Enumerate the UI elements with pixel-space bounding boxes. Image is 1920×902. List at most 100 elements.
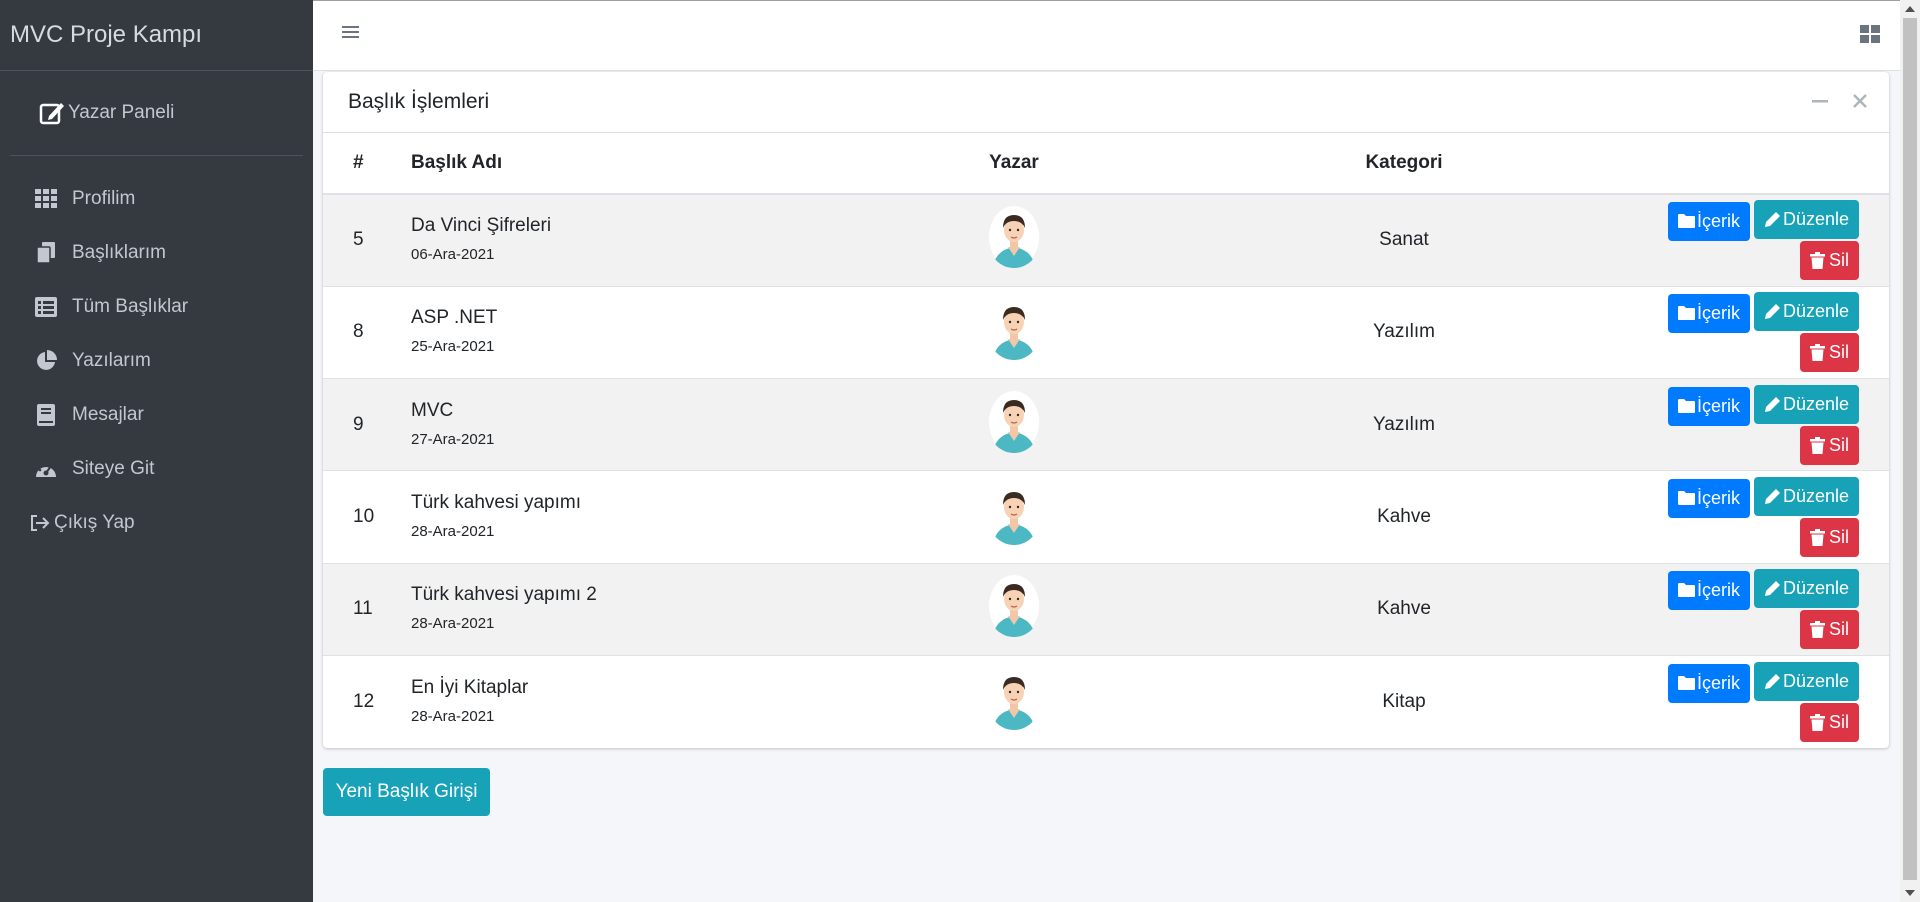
folder-icon [1677, 398, 1695, 415]
sidebar-item-label: Siteye Git [72, 458, 155, 479]
sidebar-item-basliklarim[interactable]: Başlıklarım [0, 226, 313, 280]
pencil-icon [1764, 303, 1781, 320]
content-button-label: İçerik [1696, 395, 1740, 416]
pie-chart-icon [34, 349, 58, 373]
delete-button-label: Sil [1828, 250, 1849, 271]
pencil-icon [1764, 211, 1781, 228]
close-icon[interactable] [1851, 92, 1869, 110]
row-title: ASP .NET [411, 307, 498, 329]
menu-toggle-icon[interactable] [341, 23, 367, 49]
brand-link[interactable]: MVC Proje Kampı [0, 0, 313, 71]
new-title-button[interactable]: Yeni Başlık Girişi [323, 768, 490, 816]
delete-button-label: Sil [1828, 527, 1849, 548]
sidebar-item-label: Mesajlar [72, 404, 144, 425]
content-button[interactable]: İçerik [1667, 479, 1750, 519]
content-button[interactable]: İçerik [1667, 294, 1750, 334]
sidebar-item-yazilarim[interactable]: Yazılarım [0, 334, 313, 388]
row-id: 11 [353, 598, 373, 620]
content-button-label: İçerik [1696, 303, 1740, 324]
row-date: 28-Ara-2021 [411, 615, 495, 633]
scroll-up-arrow-icon[interactable] [1905, 6, 1915, 12]
row-date: 06-Ara-2021 [411, 246, 495, 264]
scroll-thumb[interactable] [1903, 18, 1917, 880]
delete-button[interactable]: Sil [1799, 610, 1859, 650]
trash-icon [1809, 713, 1827, 731]
pencil-icon [1764, 488, 1781, 505]
list-icon [34, 295, 58, 319]
row-title-cell: Da Vinci Şifreleri 06-Ara-2021 [411, 194, 841, 286]
trash-icon [1809, 252, 1827, 270]
folder-icon [1677, 675, 1695, 692]
sidebar-item-tum-basliklar[interactable]: Tüm Başlıklar [0, 280, 313, 334]
row-title: Türk kahvesi yapımı [411, 492, 581, 514]
header-author: Yazar [841, 133, 1187, 195]
sidebar-item-cikis-yap[interactable]: Çıkış Yap [0, 496, 313, 550]
delete-button[interactable]: Sil [1799, 518, 1859, 558]
content-button[interactable]: İçerik [1667, 202, 1750, 242]
sidebar-item-mesajlar[interactable]: Mesajlar [0, 388, 313, 442]
sidebar-nav: Profilim Başlıklarım Tüm Başlıklar Yazıl… [0, 156, 313, 550]
content-button[interactable]: İçerik [1667, 386, 1750, 426]
edit-button[interactable]: Düzenle [1753, 569, 1859, 609]
edit-button[interactable]: Düzenle [1753, 477, 1859, 517]
row-title: En İyi Kitaplar [411, 676, 529, 698]
edit-button[interactable]: Düzenle [1753, 292, 1859, 332]
card-header: Başlık İşlemleri [323, 72, 1889, 133]
edit-button[interactable]: Düzenle [1753, 661, 1859, 701]
content-button-label: İçerik [1696, 672, 1740, 693]
delete-button[interactable]: Sil [1799, 241, 1859, 281]
row-date: 25-Ara-2021 [411, 338, 495, 356]
row-category: Kahve [1377, 506, 1431, 528]
table-row: 11 Türk kahvesi yapımı 2 28-Ara-2021 Kah… [323, 563, 1889, 656]
table-row: 8 ASP .NET 25-Ara-2021 Yazılım İçerik Dü… [323, 286, 1889, 378]
row-date: 28-Ara-2021 [411, 523, 495, 541]
edit-button[interactable]: Düzenle [1753, 384, 1859, 424]
author-avatar [989, 667, 1039, 730]
delete-button-label: Sil [1828, 711, 1849, 732]
row-author-cell [841, 286, 1187, 378]
row-id: 12 [353, 690, 375, 712]
collapse-minus-icon[interactable] [1811, 92, 1829, 110]
row-date: 28-Ara-2021 [411, 707, 495, 725]
content-button[interactable]: İçerik [1667, 571, 1750, 611]
delete-button-label: Sil [1828, 434, 1849, 455]
pencil-icon [1764, 673, 1781, 690]
brand-text: MVC Proje Kampı [10, 21, 203, 48]
trash-icon [1809, 436, 1827, 454]
row-id: 8 [353, 321, 364, 343]
user-panel[interactable]: Yazar Paneli [10, 71, 303, 156]
header-category: Kategori [1187, 133, 1621, 195]
row-category: Yazılım [1373, 413, 1435, 435]
table-row: 10 Türk kahvesi yapımı 28-Ara-2021 Kahve… [323, 470, 1889, 563]
table-row: 5 Da Vinci Şifreleri 06-Ara-2021 Sanat İ… [323, 194, 1889, 287]
scrollbar[interactable] [1900, 0, 1920, 902]
table-row: 12 En İyi Kitaplar 28-Ara-2021 Kitap İçe… [323, 655, 1889, 747]
sidebar-item-label: Profilim [72, 188, 136, 209]
content-button[interactable]: İçerik [1667, 663, 1750, 703]
row-title-cell: En İyi Kitaplar 28-Ara-2021 [411, 655, 841, 747]
sidebar-item-siteye-git[interactable]: Siteye Git [0, 442, 313, 496]
row-date: 27-Ara-2021 [411, 430, 495, 448]
delete-button[interactable]: Sil [1799, 702, 1859, 742]
row-actions: İçerik Düzenle Sil [1621, 471, 1889, 563]
row-author-cell [841, 194, 1187, 286]
header-title: Başlık Adı [411, 133, 841, 195]
delete-button-label: Sil [1828, 619, 1849, 640]
delete-button[interactable]: Sil [1799, 425, 1859, 465]
control-sidebar-grid-icon[interactable] [1860, 25, 1884, 49]
table-body: 5 Da Vinci Şifreleri 06-Ara-2021 Sanat İ… [323, 194, 1889, 748]
edit-button[interactable]: Düzenle [1753, 200, 1859, 240]
gauge-icon [34, 457, 58, 481]
sidebar-item-profilim[interactable]: Profilim [0, 172, 313, 226]
delete-button[interactable]: Sil [1799, 333, 1859, 373]
row-title-cell: Türk kahvesi yapımı 2 28-Ara-2021 [411, 563, 841, 655]
content-button-label: İçerik [1696, 488, 1740, 509]
titles-table: # Başlık Adı Yazar Kategori 5 Da Vinci Ş… [323, 133, 1889, 748]
row-category: Yazılım [1373, 321, 1435, 343]
row-id: 10 [353, 506, 375, 528]
scroll-down-arrow-icon[interactable] [1905, 890, 1915, 896]
row-actions: İçerik Düzenle Sil [1621, 286, 1889, 378]
row-category: Kitap [1382, 690, 1426, 712]
folder-icon [1677, 305, 1695, 322]
folder-icon [1677, 213, 1695, 230]
